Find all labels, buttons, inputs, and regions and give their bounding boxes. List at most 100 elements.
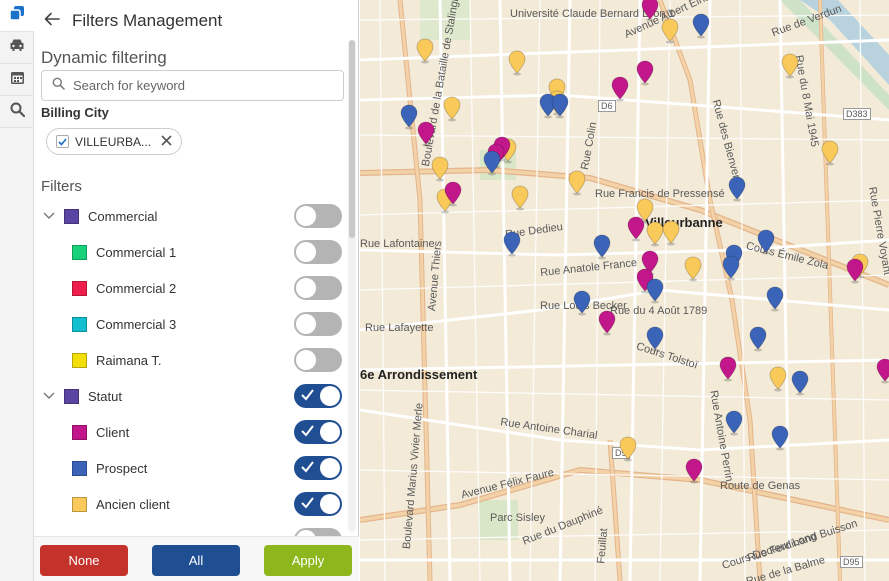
toggle-switch[interactable] [294,384,342,408]
search-button[interactable] [0,96,34,128]
all-button[interactable]: All [152,545,240,576]
car-icon [9,38,25,57]
filter-item-commercial-2[interactable]: Commercial 2 [34,270,359,306]
client-pin[interactable] [611,76,629,102]
prospect-pin[interactable] [573,290,591,316]
prospect-pin[interactable] [749,326,767,352]
ancien-client-pin[interactable] [568,170,586,196]
color-swatch [72,424,87,440]
prospect-pin[interactable] [692,13,710,39]
vehicle-button[interactable] [0,32,34,64]
ancien-client-pin[interactable] [431,156,449,182]
filter-label: Commercial 2 [96,280,177,296]
toggle-switch[interactable] [294,528,342,536]
toggle-switch[interactable] [294,492,342,516]
client-pin[interactable] [641,0,659,22]
ancien-client-pin[interactable] [769,366,787,392]
toggle-switch[interactable] [294,420,342,444]
toggle-knob [296,242,316,262]
layers-icon [9,5,25,26]
layers-button[interactable] [0,0,34,32]
app: Filters Management Dynamic filtering Bil… [0,0,889,581]
toggle-switch[interactable] [294,276,342,300]
chevron-down-icon[interactable] [43,390,55,402]
filter-label: Ancien client [96,496,170,512]
client-pin[interactable] [876,358,889,384]
prospect-pin[interactable] [722,255,740,281]
color-swatch [64,388,79,404]
prospect-pin[interactable] [791,370,809,396]
client-pin[interactable] [444,181,462,207]
calendar-icon [10,70,25,90]
filter-item-raimana[interactable]: Raimana T. [34,342,359,378]
check-icon [301,424,314,443]
client-pin[interactable] [627,216,645,242]
toggle-switch[interactable] [294,348,342,372]
color-swatch [72,352,87,368]
check-icon [301,460,314,479]
filter-item-client[interactable]: Client [34,414,359,450]
prospect-pin[interactable] [503,231,521,257]
remove-pill-icon[interactable] [161,133,172,151]
client-pin[interactable] [636,60,654,86]
filter-item-commercial-1[interactable]: Commercial 1 [34,234,359,270]
map-view[interactable]: Université Claude Bernard Lyon 1 Avenue … [360,0,889,581]
prospect-pin[interactable] [646,326,664,352]
ancien-client-pin[interactable] [619,436,637,462]
client-pin[interactable] [417,121,435,147]
keyword-search-input[interactable] [73,78,323,93]
ancien-client-pin[interactable] [781,53,799,79]
map-label: Route de Genas [720,480,801,492]
toggle-switch[interactable] [294,456,342,480]
filter-item-ancien-client[interactable]: Ancien client [34,486,359,522]
prospect-pin[interactable] [593,234,611,260]
filter-group-commercial[interactable]: Commercial [34,198,359,234]
map-label: 6e Arrondissement [360,367,478,382]
chevron-down-icon[interactable] [43,210,55,222]
client-pin[interactable] [598,310,616,336]
prospect-pin[interactable] [757,229,775,255]
filters-scroll-area[interactable]: Dynamic filtering Billing City VILLEURBA… [34,42,359,536]
filter-group-statut[interactable]: Statut [34,378,359,414]
client-pin[interactable] [685,458,703,484]
filter-item-partial[interactable] [34,522,359,536]
ancien-client-pin[interactable] [511,185,529,211]
none-button[interactable]: None [40,545,128,576]
ancien-client-pin[interactable] [662,220,680,246]
toggle-switch[interactable] [294,240,342,264]
filter-item-commercial-3[interactable]: Commercial 3 [34,306,359,342]
prospect-pin[interactable] [551,93,569,119]
pill-checkbox[interactable] [56,135,69,148]
prospect-pin[interactable] [483,150,501,176]
prospect-pin[interactable] [771,425,789,451]
toggle-switch[interactable] [294,312,342,336]
prospect-pin[interactable] [646,278,664,304]
billing-city-label: Billing City [41,105,109,120]
filter-item-prospect[interactable]: Prospect [34,450,359,486]
toggle-knob [296,350,316,370]
ancien-client-pin[interactable] [821,140,839,166]
keyword-search[interactable] [41,70,344,101]
toggle-knob [296,314,316,334]
client-pin[interactable] [846,258,864,284]
ancien-client-pin[interactable] [416,38,434,64]
prospect-pin[interactable] [725,410,743,436]
prospect-pin[interactable] [728,176,746,202]
ancien-client-pin[interactable] [443,96,461,122]
ancien-client-pin[interactable] [508,50,526,76]
prospect-pin[interactable] [400,104,418,130]
apply-button[interactable]: Apply [264,545,352,576]
color-swatch [72,316,87,332]
panel-title: Filters Management [72,11,223,30]
calendar-button[interactable] [0,64,34,96]
billing-city-pill[interactable]: VILLEURBA... [46,128,182,155]
toggle-knob [320,458,340,478]
prospect-pin[interactable] [766,286,784,312]
back-arrow-icon[interactable] [44,12,60,31]
ancien-client-pin[interactable] [661,18,679,44]
ancien-client-pin[interactable] [684,256,702,282]
scrollbar-thumb[interactable] [349,40,355,238]
toggle-switch[interactable] [294,204,342,228]
toggle-knob [320,494,340,514]
client-pin[interactable] [719,356,737,382]
